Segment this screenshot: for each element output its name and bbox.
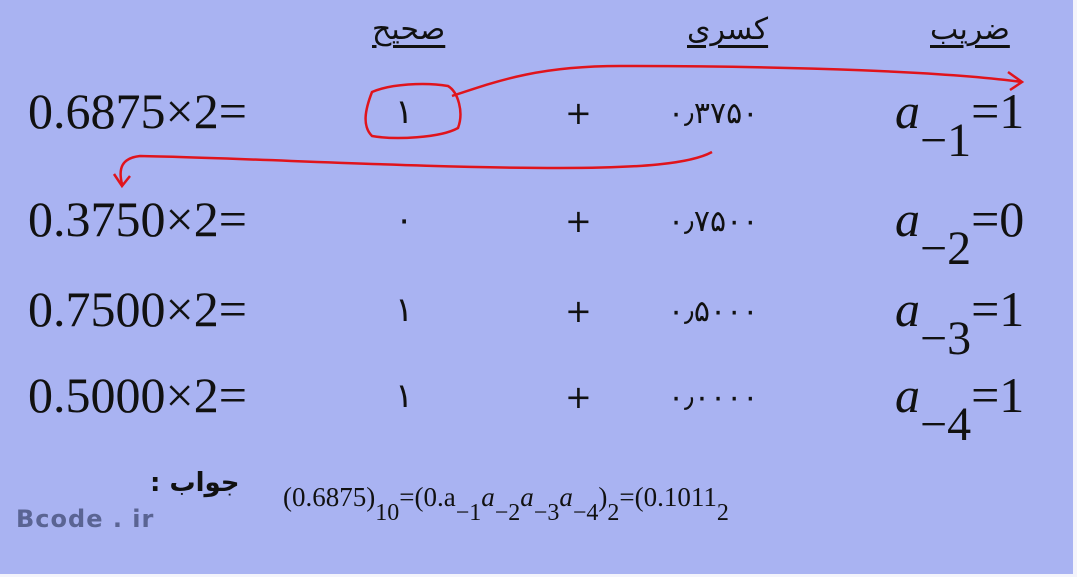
coef-subscript: −1 [920, 114, 972, 167]
plus-sign: + [565, 202, 592, 240]
fraction-value: ۰٫۷۵۰۰ [668, 204, 759, 239]
fraction-value: ۰٫۳۷۵۰ [668, 96, 759, 131]
plus-sign: + [565, 292, 592, 330]
plus-sign: + [565, 378, 592, 416]
coef-letter: a [895, 281, 920, 337]
coef-subscript: −2 [920, 222, 972, 275]
fraction-value: ۰٫۵۰۰۰ [668, 294, 759, 329]
integer-digit: ۱ [395, 92, 414, 132]
header-multiplier: ضریب [930, 12, 1010, 47]
coefficient: a−1=1 [895, 82, 1025, 165]
fraction-value: ۰٫۰۰۰۰ [668, 380, 759, 415]
coef-letter: a [895, 367, 920, 423]
integer-digit: ۱ [395, 376, 414, 416]
multiplication-expr: 0.5000×2= [28, 367, 247, 423]
table-row: 0.6875×2= ۱ + ۰٫۳۷۵۰ a−1=1 [0, 82, 1077, 172]
table-row: 0.7500×2= ۱ + ۰٫۵۰۰۰ a−3=1 [0, 280, 1077, 370]
header-integer: صحیح [372, 12, 446, 47]
answer-formula: (0.6875)10=(0.a−1a−2a−3a−4)2=(0.10112 [283, 482, 729, 526]
coef-value: =1 [971, 367, 1025, 423]
coef-subscript: −4 [920, 398, 972, 451]
integer-digit: ۰ [395, 200, 414, 240]
coefficient: a−3=1 [895, 280, 1025, 363]
coef-subscript: −3 [920, 312, 972, 365]
header-fractional: کسری [687, 12, 769, 47]
multiplication-expr: 0.6875×2= [28, 83, 247, 139]
table-row: 0.3750×2= ۰ + ۰٫۷۵۰۰ a−2=0 [0, 190, 1077, 280]
plus-sign: + [565, 94, 592, 132]
coefficient: a−4=1 [895, 366, 1025, 449]
coefficient: a−2=0 [895, 190, 1025, 273]
coef-value: =1 [971, 83, 1025, 139]
multiplication-expr: 0.3750×2= [28, 191, 247, 247]
answer-label: جواب : [150, 468, 240, 498]
coef-letter: a [895, 191, 920, 247]
multiplication-expr: 0.7500×2= [28, 281, 247, 337]
coef-value: =1 [971, 281, 1025, 337]
coef-letter: a [895, 83, 920, 139]
watermark: Bcode . ir [16, 505, 155, 533]
arrow-head-icon [112, 173, 131, 189]
coef-value: =0 [971, 191, 1025, 247]
table-row: 0.5000×2= ۱ + ۰٫۰۰۰۰ a−4=1 [0, 366, 1077, 456]
slide: ضریب کسری صحیح 0.6875×2= ۱ + ۰٫۳۷۵۰ a−1=… [0, 0, 1077, 577]
integer-digit: ۱ [395, 290, 414, 330]
